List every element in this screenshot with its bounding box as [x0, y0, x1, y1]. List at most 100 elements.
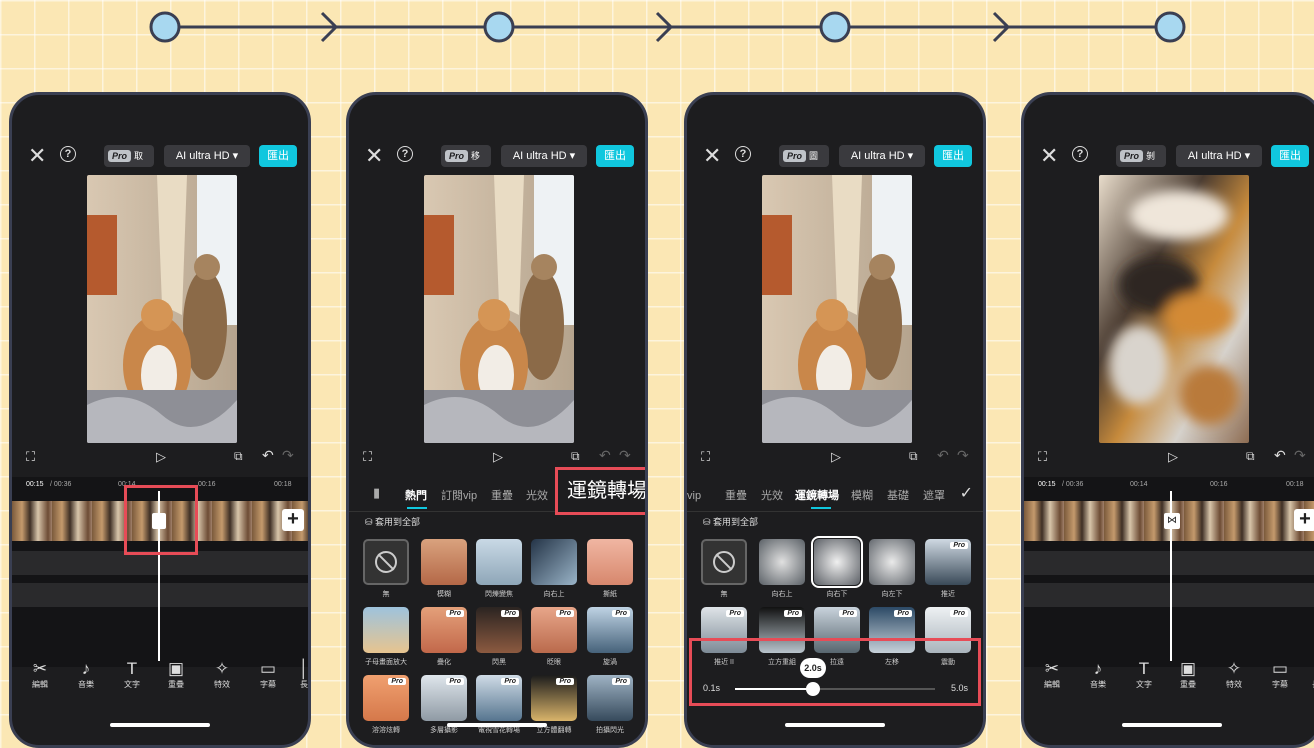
tool-text[interactable]: T 文字 [1122, 659, 1166, 691]
tool-more[interactable]: │長 [1294, 659, 1314, 691]
transition-tv-static[interactable]: Pro [476, 675, 522, 721]
apply-all-toggle[interactable]: ⛁ 套用到全部 [365, 515, 420, 528]
track-lane[interactable] [12, 583, 308, 607]
quality-dropdown[interactable]: AI ultra HD ▾ [839, 145, 925, 167]
export-button[interactable]: 匯出 [596, 145, 634, 167]
play-icon[interactable]: ▷ [493, 449, 503, 465]
quality-dropdown[interactable]: AI ultra HD ▾ [164, 145, 250, 167]
tab-camera-transition-callout[interactable]: 運鏡轉場 [555, 467, 645, 515]
text-icon: T [126, 659, 138, 678]
transition-none[interactable] [363, 539, 409, 585]
transition-up-right[interactable] [759, 539, 805, 585]
transition-pip-zoom[interactable] [363, 607, 409, 653]
transition-camera-flash[interactable]: Pro [587, 675, 633, 721]
redo-icon[interactable]: ↷ [282, 447, 294, 464]
layers-icon: ⛁ [703, 517, 714, 527]
pro-badge: Pro [612, 678, 630, 685]
close-icon[interactable]: ✕ [703, 145, 721, 167]
transition-flash-zoom[interactable] [476, 539, 522, 585]
pro-button[interactable]: Pro 剝 [1116, 145, 1166, 167]
help-icon[interactable]: ? [60, 146, 76, 162]
keyframe-icon[interactable]: ⧉ [909, 449, 918, 464]
pro-button[interactable]: Pro 取 [104, 145, 154, 167]
undo-icon[interactable]: ↶ [937, 447, 949, 464]
transition-down-left[interactable] [869, 539, 915, 585]
tab-vip[interactable]: 訂閱vip [441, 487, 477, 503]
tool-text[interactable]: T 文字 [110, 659, 154, 691]
help-icon[interactable]: ? [397, 146, 413, 162]
tool-more[interactable]: │長 [282, 659, 308, 691]
fullscreen-icon[interactable]: ⛶ [26, 449, 35, 465]
tab-mask[interactable]: 遮罩 [923, 487, 945, 503]
play-icon[interactable]: ▷ [156, 449, 166, 465]
transition-multi-layer[interactable]: Pro [421, 675, 467, 721]
help-icon[interactable]: ? [1072, 146, 1088, 162]
pro-button[interactable]: Pro 移 [441, 145, 491, 167]
transition-swirl[interactable]: Pro [587, 607, 633, 653]
keyframe-icon[interactable]: ⧉ [234, 449, 243, 464]
export-button[interactable]: 匯出 [934, 145, 972, 167]
confirm-check-icon[interactable]: ✓ [960, 483, 973, 503]
tab-vip[interactable]: 訂閱vip [687, 487, 701, 503]
close-icon[interactable]: ✕ [28, 145, 46, 167]
transition-blink[interactable]: Pro [531, 607, 577, 653]
transition-none[interactable] [701, 539, 747, 585]
fullscreen-icon[interactable]: ⛶ [1038, 449, 1047, 465]
transition-applied-icon[interactable]: ⋈ [1164, 513, 1180, 529]
tab-hot[interactable]: 熱門 [405, 487, 427, 503]
redo-icon[interactable]: ↷ [1294, 447, 1306, 464]
tool-edit[interactable]: ✂ 編輯 [18, 659, 62, 691]
transition-tear[interactable] [587, 539, 633, 585]
apply-all-toggle[interactable]: ⛁ 套用到全部 [703, 515, 758, 528]
timeline[interactable]: 00:15 / 00:36 00:14 00:16 00:18 ⋈ + [1024, 477, 1314, 667]
transition-cube-flip[interactable]: Pro [531, 675, 577, 721]
keyframe-icon[interactable]: ⧉ [1246, 449, 1255, 464]
tool-music[interactable]: ♪ 音樂 [64, 659, 108, 691]
tool-overlay[interactable]: ▣ 重疊 [154, 659, 198, 691]
transition-down-right[interactable] [811, 536, 863, 588]
quality-dropdown[interactable]: AI ultra HD ▾ [1176, 145, 1262, 167]
redo-icon[interactable]: ↷ [957, 447, 969, 464]
track-lane[interactable] [1024, 551, 1314, 575]
keyframe-icon[interactable]: ⧉ [571, 449, 580, 464]
transition-push-in[interactable]: Pro [925, 539, 971, 585]
tab-overlay[interactable]: 重疊 [725, 487, 747, 503]
transition-swirl-spin[interactable]: Pro [363, 675, 409, 721]
close-icon[interactable]: ✕ [1040, 145, 1058, 167]
export-button[interactable]: 匯出 [259, 145, 297, 167]
export-button[interactable]: 匯出 [1271, 145, 1309, 167]
redo-icon[interactable]: ↷ [619, 447, 631, 464]
fullscreen-icon[interactable]: ⛶ [363, 449, 372, 465]
undo-icon[interactable]: ↶ [1274, 447, 1286, 464]
pro-button[interactable]: Pro 圖 [779, 145, 829, 167]
layers-icon: ⛁ [365, 517, 376, 527]
tool-effects[interactable]: ✧ 特效 [200, 659, 244, 691]
tab-light[interactable]: 光效 [761, 487, 783, 503]
quality-dropdown[interactable]: AI ultra HD ▾ [501, 145, 587, 167]
fullscreen-icon[interactable]: ⛶ [701, 449, 710, 465]
transition-up-right[interactable] [531, 539, 577, 585]
play-icon[interactable]: ▷ [831, 449, 841, 465]
undo-icon[interactable]: ↶ [262, 447, 274, 464]
tab-light[interactable]: 光效 [526, 487, 548, 503]
tab-blur[interactable]: 模糊 [851, 487, 873, 503]
tab-camera-transition[interactable]: 運鏡轉場 [795, 487, 839, 503]
tool-effects[interactable]: ✧ 特效 [1212, 659, 1256, 691]
tool-edit[interactable]: ✂ 編輯 [1030, 659, 1074, 691]
add-clip-button[interactable]: + [1294, 509, 1314, 531]
bookmark-icon[interactable]: ▮ [373, 485, 380, 501]
undo-icon[interactable]: ↶ [599, 447, 611, 464]
tool-overlay[interactable]: ▣ 重疊 [1166, 659, 1210, 691]
transition-blur[interactable] [421, 539, 467, 585]
tab-basic[interactable]: 基礎 [887, 487, 909, 503]
help-icon[interactable]: ? [735, 146, 751, 162]
transition-dissolve[interactable]: Pro [421, 607, 467, 653]
close-icon[interactable]: ✕ [365, 145, 383, 167]
play-icon[interactable]: ▷ [1168, 449, 1178, 465]
transition-flash-black[interactable]: Pro [476, 607, 522, 653]
tab-overlay[interactable]: 重疊 [491, 487, 513, 503]
tool-music[interactable]: ♪ 音樂 [1076, 659, 1120, 691]
no-icon [713, 551, 735, 573]
add-clip-button[interactable]: + [282, 509, 304, 531]
track-lane[interactable] [1024, 583, 1314, 607]
